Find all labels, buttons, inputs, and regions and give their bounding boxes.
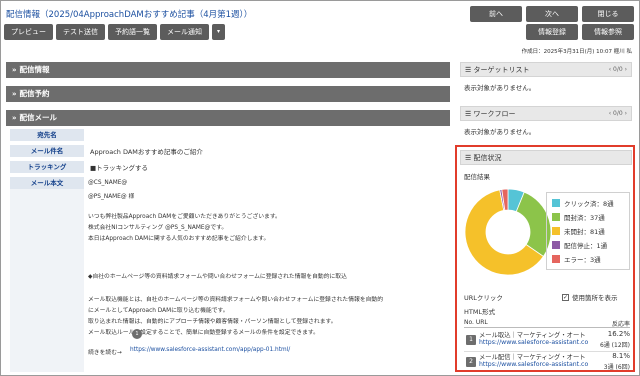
register-button[interactable]: 情報登録 xyxy=(526,24,578,40)
chevron-down-icon: » xyxy=(12,114,17,122)
body-line: @PS_NAME@ 様 xyxy=(88,194,135,200)
body-line: いつも弊社製品Approach DAMをご愛顧いただきありがとうございます。 xyxy=(88,214,281,220)
swatch xyxy=(552,227,560,235)
row-title: メール取込｜マーケティング・オート xyxy=(479,332,586,339)
swatch xyxy=(552,241,560,249)
mail-body-row: メール本文 xyxy=(10,177,84,189)
mail-notify-button[interactable]: メール通知 xyxy=(160,24,209,40)
chevron-right-icon: » xyxy=(12,66,17,74)
field-label: トラッキング xyxy=(10,161,84,173)
legend-item: 配信停止：1通 xyxy=(552,238,629,252)
section-reserve[interactable]: » 配信予約 xyxy=(6,86,450,102)
list-icon: ☰ xyxy=(465,154,474,162)
toolbar: プレビュー テスト送信 予約語一覧 メール通知 ▾ xyxy=(4,24,225,40)
field-label: メール件名 xyxy=(10,145,84,157)
body-line: 株式会社NIコンサルティング @PS_S_NAME@です。 xyxy=(88,225,228,231)
reserved-words-button[interactable]: 予約語一覧 xyxy=(108,24,157,40)
legend-item: クリック済：8通 xyxy=(552,196,629,210)
row-url-link[interactable]: https://www.salesforce-assistant.co xyxy=(479,339,588,346)
col-no-url: No. URL xyxy=(464,319,488,326)
checkbox[interactable]: ✓ xyxy=(562,293,569,301)
reference-button[interactable]: 情報参照 xyxy=(582,24,634,40)
read-more-link[interactable]: https://www.salesforce-assistant.com/app… xyxy=(130,347,290,353)
legend-item: 開封済：37通 xyxy=(552,210,629,224)
workflow-header[interactable]: ☰ ワークフロー ‹ 0/0 › xyxy=(460,106,632,121)
swatch xyxy=(552,199,560,207)
chevron-down-icon[interactable]: ▾ xyxy=(212,24,225,40)
prev-button[interactable]: 前へ xyxy=(470,6,522,22)
created-meta: 作成日：2025年3月31日(月) 10:07 榧川 私 xyxy=(521,49,632,55)
next-button[interactable]: 次へ xyxy=(526,6,578,22)
label-column-bg xyxy=(10,177,84,372)
pager[interactable]: ‹ 0/0 › xyxy=(609,107,627,121)
body-line: @CS_NAME@ xyxy=(88,180,128,186)
format-label: HTML形式 xyxy=(464,308,496,316)
delivery-result-chart xyxy=(464,188,552,276)
section-info[interactable]: » 配信情報 xyxy=(6,62,450,78)
swatch xyxy=(552,213,560,221)
url-click-label: URLクリック xyxy=(464,294,503,302)
status-header: ☰ 配信状況 xyxy=(460,150,632,165)
page-title: 配信情報（2025/04ApproachDAMおすすめ記事（4月第1週）） xyxy=(6,10,253,20)
rank-number: 1 xyxy=(466,335,476,345)
target-empty: 表示対象がありません。 xyxy=(464,84,536,92)
mail-tracking-row: トラッキング ■トラッキングする xyxy=(10,161,148,173)
chevron-right-icon: » xyxy=(12,90,17,98)
body-line: ◆自社のホームページ等の資料請求フォームや問い合わせフォームに登録された情報を自… xyxy=(88,274,347,280)
test-send-button[interactable]: テスト送信 xyxy=(56,24,105,40)
link-count-badge: 1 xyxy=(132,329,142,339)
legend-item: エラー：3通 xyxy=(552,252,629,266)
target-list-header[interactable]: ☰ ターゲットリスト ‹ 0/0 › xyxy=(460,62,632,77)
list-icon: ☰ xyxy=(465,110,474,118)
table-row[interactable]: 2 メール配信｜マーケティング・オート https://www.salesfor… xyxy=(466,352,632,373)
list-icon: ☰ xyxy=(465,66,474,74)
chart-legend: クリック済：8通 開封済：37通 未開封：81通 配信停止：1通 エラー：3通 xyxy=(546,192,630,270)
pager[interactable]: ‹ 0/0 › xyxy=(609,63,627,77)
tracking-value: ■トラッキングする xyxy=(90,164,148,172)
legend-item: 未開封：81通 xyxy=(552,224,629,238)
body-line: メール取込ルールを設定することで、簡単に自動登録するメールの条件を設定できます。 xyxy=(88,330,319,336)
row-count: 6通 (12回) xyxy=(599,342,630,349)
preview-button[interactable]: プレビュー xyxy=(4,24,53,40)
body-line: 取り込まれた情報は、自動的にアプローチ情報や顧客情報・パーソン情報として登録され… xyxy=(88,319,337,325)
mail-to-row: 宛先名 xyxy=(10,129,84,141)
row-rate: 8.1% xyxy=(612,352,630,360)
body-line: メール取込機能とは、自社のホームページ等の資料請求フォームや問い合わせフォームに… xyxy=(88,297,384,303)
row-rate: 16.2% xyxy=(607,330,630,338)
close-button[interactable]: 閉じる xyxy=(582,6,634,22)
workflow-empty: 表示対象がありません。 xyxy=(464,128,536,136)
body-line: 本日はApproach DAMに関する人気のおすすめ記事をご紹介します。 xyxy=(88,236,270,242)
field-label: メール本文 xyxy=(10,177,84,189)
table-row[interactable]: 1 メール取込｜マーケティング・オート https://www.salesfor… xyxy=(466,330,632,351)
row-title: メール配信｜マーケティング・オート xyxy=(479,354,586,361)
mail-subject-row: メール件名 Approach DAMおすすめ記事のご紹介 xyxy=(10,145,203,157)
section-mail[interactable]: » 配信メール xyxy=(6,110,450,126)
rank-number: 2 xyxy=(466,357,476,367)
body-line: にメールとしてApproach DAMに取り込む機能です。 xyxy=(88,308,229,314)
usage-toggle[interactable]: ✓ 使用箇所を表示 xyxy=(562,292,618,302)
mail-subject: Approach DAMおすすめ記事のご紹介 xyxy=(90,148,203,156)
read-more-text: 続きを読む→ xyxy=(88,350,122,356)
field-label: 宛先名 xyxy=(10,129,84,141)
row-url-link[interactable]: https://www.salesforce-assistant.co xyxy=(479,361,588,368)
row-count: 3通 (6回) xyxy=(603,364,630,371)
result-label: 配信結果 xyxy=(464,173,490,181)
divider xyxy=(464,327,630,328)
swatch xyxy=(552,255,560,263)
